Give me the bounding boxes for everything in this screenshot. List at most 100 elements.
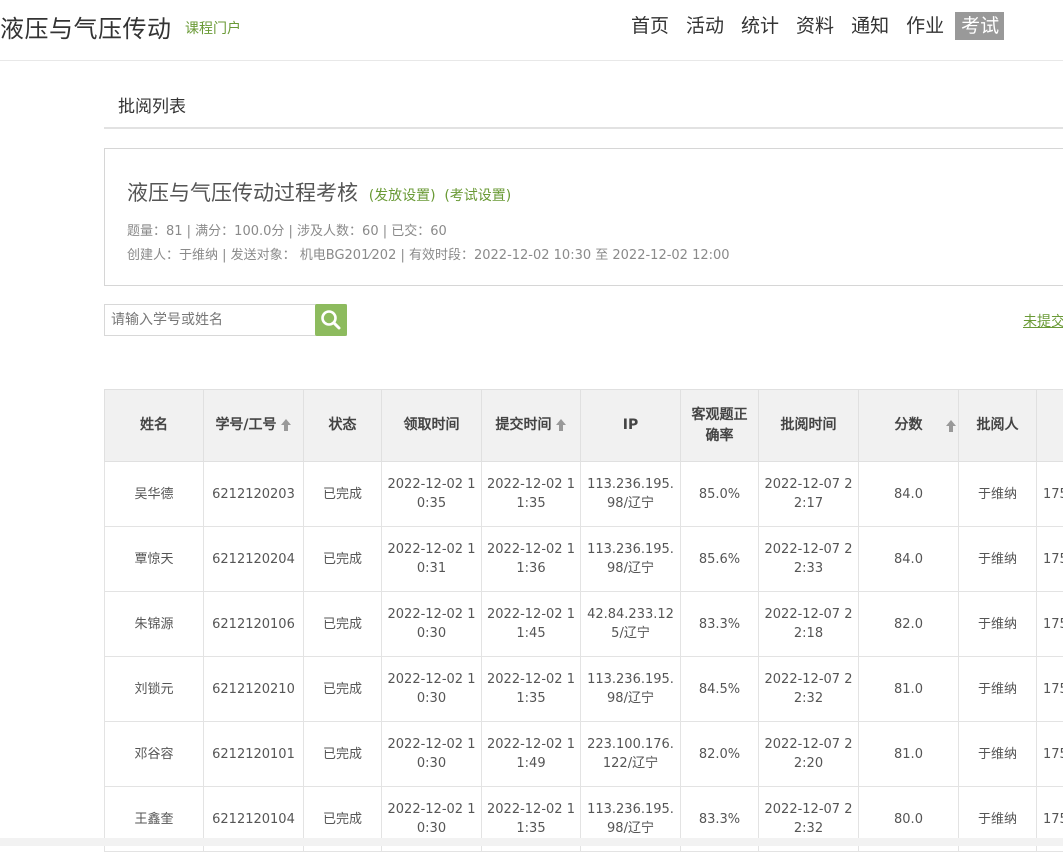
cell-accuracy: 85.6%: [681, 527, 759, 592]
exam-stats: 题量：81 | 满分：100.0分 | 涉及人数：60 | 已交：60: [127, 220, 447, 239]
main-nav: 首页活动统计资料通知作业考试: [620, 12, 1004, 40]
cell-accuracy: 84.5%: [681, 657, 759, 722]
cell-accuracy: 83.3%: [681, 592, 759, 657]
cell-submit-time: 2022-12-02 11:49: [482, 722, 581, 787]
cell-extra: 175: [1037, 722, 1063, 787]
cell-status: 已完成: [304, 592, 382, 657]
unsubmitted-link[interactable]: 未提交: [1023, 311, 1063, 331]
cell-get-time: 2022-12-02 10:30: [382, 657, 482, 722]
cell-review-time: 2022-12-07 22:32: [759, 657, 859, 722]
table-row: 刘锁元 6212120210 已完成 2022-12-02 10:30 2022…: [105, 657, 1063, 722]
cell-status: 已完成: [304, 527, 382, 592]
cell-ip: 223.100.176.122/辽宁: [581, 722, 681, 787]
cell-submit-time: 2022-12-02 11:45: [482, 592, 581, 657]
nav-activities[interactable]: 活动: [680, 12, 730, 40]
cell-extra: 175: [1037, 592, 1063, 657]
nav-exam[interactable]: 考试: [955, 12, 1004, 40]
col-submit-time[interactable]: 提交时间: [482, 390, 581, 462]
sort-arrow-icon[interactable]: [555, 418, 567, 432]
cell-ip: 113.236.195.98/辽宁: [581, 657, 681, 722]
cell-extra: 175: [1037, 657, 1063, 722]
cell-reviewer: 于维纳: [959, 527, 1037, 592]
exam-settings-link[interactable]: (考试设置): [444, 188, 511, 204]
cell-name: 覃惊天: [105, 527, 204, 592]
col-reviewer: 批阅人: [959, 390, 1037, 462]
exam-name: 液压与气压传动过程考核: [127, 181, 358, 205]
cell-name: 吴华德: [105, 462, 204, 527]
col-ip: IP: [581, 390, 681, 462]
section-divider: [104, 127, 1063, 129]
col-score[interactable]: 分数: [859, 390, 959, 462]
cell-submit-time: 2022-12-02 11:35: [482, 462, 581, 527]
col-review-time: 批阅时间: [759, 390, 859, 462]
cell-get-time: 2022-12-02 10:35: [382, 462, 482, 527]
search-box: [104, 304, 347, 336]
col-name: 姓名: [105, 390, 204, 462]
table-row: 吴华德 6212120203 已完成 2022-12-02 10:35 2022…: [105, 462, 1063, 527]
cell-review-time: 2022-12-07 22:17: [759, 462, 859, 527]
cell-score: 84.0: [859, 462, 959, 527]
cell-score: 82.0: [859, 592, 959, 657]
search-input[interactable]: [105, 305, 327, 335]
cell-score: 81.0: [859, 657, 959, 722]
nav-home[interactable]: 首页: [625, 12, 675, 40]
cell-reviewer: 于维纳: [959, 462, 1037, 527]
cell-ip: 113.236.195.98/辽宁: [581, 462, 681, 527]
cell-review-time: 2022-12-07 22:33: [759, 527, 859, 592]
exam-title-row: 液压与气压传动过程考核 (发放设置) (考试设置): [127, 177, 511, 207]
col-student-id[interactable]: 学号/工号: [204, 390, 304, 462]
cell-ip: 42.84.233.125/辽宁: [581, 592, 681, 657]
cell-submit-time: 2022-12-02 11:36: [482, 527, 581, 592]
nav-statistics[interactable]: 统计: [735, 12, 785, 40]
nav-homework[interactable]: 作业: [900, 12, 950, 40]
cell-student-id: 6212120101: [204, 722, 304, 787]
course-portal-link[interactable]: 课程门户: [185, 18, 241, 38]
cell-student-id: 6212120204: [204, 527, 304, 592]
nav-materials[interactable]: 资料: [790, 12, 840, 40]
table-row: 覃惊天 6212120204 已完成 2022-12-02 10:31 2022…: [105, 527, 1063, 592]
cell-reviewer: 于维纳: [959, 592, 1037, 657]
cell-get-time: 2022-12-02 10:30: [382, 722, 482, 787]
cell-review-time: 2022-12-07 22:18: [759, 592, 859, 657]
exam-creator-info: 创建人：于维纳 | 发送对象： 机电BG201⁄202 | 有效时段：2022-…: [127, 244, 730, 263]
cell-get-time: 2022-12-02 10:31: [382, 527, 482, 592]
cell-extra: 175: [1037, 527, 1063, 592]
cell-score: 84.0: [859, 527, 959, 592]
col-accuracy: 客观题正确率: [681, 390, 759, 462]
course-title[interactable]: 液压与气压传动: [0, 9, 172, 44]
horizontal-scrollbar[interactable]: [0, 838, 1063, 846]
search-button[interactable]: [315, 304, 347, 336]
release-settings-link[interactable]: (发放设置): [369, 188, 436, 204]
col-get-time: 领取时间: [382, 390, 482, 462]
search-icon: [315, 304, 347, 336]
cell-status: 已完成: [304, 657, 382, 722]
cell-get-time: 2022-12-02 10:30: [382, 592, 482, 657]
cell-submit-time: 2022-12-02 11:35: [482, 657, 581, 722]
cell-extra: 175: [1037, 462, 1063, 527]
cell-student-id: 6212120106: [204, 592, 304, 657]
sort-arrow-icon[interactable]: [280, 418, 292, 432]
top-bar: 液压与气压传动 课程门户 首页活动统计资料通知作业考试: [0, 0, 1063, 61]
table-body: 吴华德 6212120203 已完成 2022-12-02 10:35 2022…: [105, 462, 1063, 852]
col-status: 状态: [304, 390, 382, 462]
exam-info-panel: 液压与气压传动过程考核 (发放设置) (考试设置) 题量：81 | 满分：100…: [104, 148, 1063, 286]
sort-arrow-icon[interactable]: [945, 419, 957, 433]
cell-name: 邓谷容: [105, 722, 204, 787]
cell-ip: 113.236.195.98/辽宁: [581, 527, 681, 592]
cell-accuracy: 85.0%: [681, 462, 759, 527]
table-row: 邓谷容 6212120101 已完成 2022-12-02 10:30 2022…: [105, 722, 1063, 787]
section-title: 批阅列表: [118, 92, 186, 117]
cell-student-id: 6212120210: [204, 657, 304, 722]
review-table: 姓名 学号/工号 状态 领取时间 提交时间 IP 客观题正确率 批阅时间 分数 …: [104, 389, 1063, 852]
cell-score: 81.0: [859, 722, 959, 787]
cell-accuracy: 82.0%: [681, 722, 759, 787]
cell-student-id: 6212120203: [204, 462, 304, 527]
cell-status: 已完成: [304, 722, 382, 787]
nav-notices[interactable]: 通知: [845, 12, 895, 40]
col-extra: [1037, 390, 1063, 462]
cell-review-time: 2022-12-07 22:20: [759, 722, 859, 787]
table-header-row: 姓名 学号/工号 状态 领取时间 提交时间 IP 客观题正确率 批阅时间 分数 …: [105, 390, 1063, 462]
cell-reviewer: 于维纳: [959, 657, 1037, 722]
cell-status: 已完成: [304, 462, 382, 527]
cell-name: 刘锁元: [105, 657, 204, 722]
